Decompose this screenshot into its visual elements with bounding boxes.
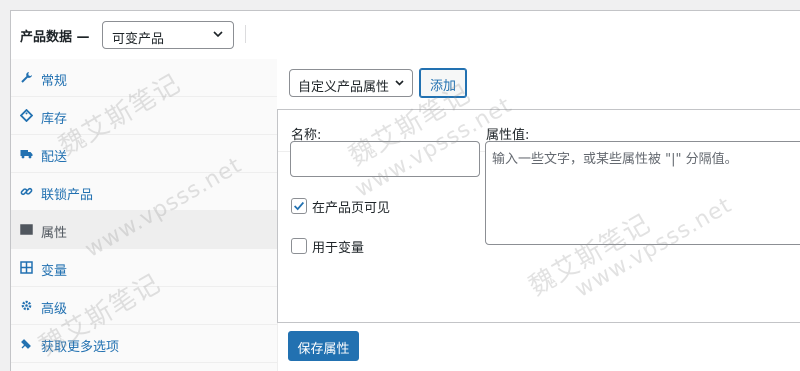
tab-label: 常规 xyxy=(41,74,68,89)
add-attribute-label: 添加 xyxy=(429,79,456,94)
chevron-down-icon xyxy=(395,80,404,86)
product-data-title: 产品数据 — xyxy=(20,30,90,45)
attributes-toolbar: 自定义产品属性 添加 xyxy=(277,59,800,110)
chevron-down-icon xyxy=(213,31,223,38)
tab-shipping[interactable]: 配送 xyxy=(11,135,277,173)
product-data-tabs: 常规 库存 配送 联锁产品 属性 变量 高级 获取更多选项 xyxy=(11,59,278,371)
product-type-select[interactable]: 可变产品 xyxy=(102,21,234,49)
tab-label: 联锁产品 xyxy=(41,188,94,203)
used-for-variations-label: 用于变量 xyxy=(312,241,365,256)
plugin-icon xyxy=(20,337,33,350)
tab-inventory[interactable]: 库存 xyxy=(11,97,277,135)
header-divider xyxy=(245,25,246,43)
save-attributes-label: 保存属性 xyxy=(297,342,350,357)
tab-label: 属性 xyxy=(41,226,68,241)
product-data-header: 产品数据 — 可变产品 xyxy=(11,11,800,60)
link-icon xyxy=(20,185,33,198)
attribute-editor: 名称: 属性值: 输入一些文字，或某些属性被 "|" 分隔值。 在产品页可见 用… xyxy=(277,109,800,323)
add-attribute-button[interactable]: 添加 xyxy=(419,68,467,98)
visible-on-product-page-label: 在产品页可见 xyxy=(312,201,391,216)
attribute-taxonomy-select[interactable]: 自定义产品属性 xyxy=(289,69,413,97)
gear-icon xyxy=(20,299,33,312)
tab-attributes[interactable]: 属性 xyxy=(11,211,277,249)
grid-icon xyxy=(20,261,33,274)
tab-label: 高级 xyxy=(41,302,68,317)
wrench-icon xyxy=(20,71,33,84)
tab-get-more-options[interactable]: 获取更多选项 xyxy=(11,325,277,363)
tab-label: 库存 xyxy=(41,112,68,127)
product-data-panel: 产品数据 — 可变产品 常规 库存 配送 联锁产品 属性 变量 高级 获取更多选… xyxy=(10,10,800,371)
save-attributes-button[interactable]: 保存属性 xyxy=(288,331,359,361)
used-for-variations-checkbox[interactable] xyxy=(291,238,307,254)
tab-linked-products[interactable]: 联锁产品 xyxy=(11,173,277,211)
tab-label: 获取更多选项 xyxy=(41,340,120,355)
tab-variations[interactable]: 变量 xyxy=(11,249,277,287)
tab-label: 配送 xyxy=(41,150,68,165)
attribute-select-value: 自定义产品属性 xyxy=(298,80,390,95)
product-type-value: 可变产品 xyxy=(112,32,165,47)
tab-general[interactable]: 常规 xyxy=(11,59,277,97)
tab-advanced[interactable]: 高级 xyxy=(11,287,277,325)
attribute-name-input[interactable] xyxy=(290,141,480,177)
visible-on-product-page-checkbox[interactable] xyxy=(291,198,307,214)
list-icon xyxy=(20,223,33,236)
attribute-values-textarea[interactable]: 输入一些文字，或某些属性被 "|" 分隔值。 xyxy=(485,141,800,245)
checkmark-icon xyxy=(294,201,305,211)
tab-label: 变量 xyxy=(41,264,68,279)
truck-icon xyxy=(20,147,33,160)
attribute-values-placeholder: 输入一些文字，或某些属性被 "|" 分隔值。 xyxy=(492,152,738,167)
attributes-panel: 自定义产品属性 添加 名称: 属性值: 输入一些文字，或某些属性被 "|" 分隔… xyxy=(277,59,800,371)
tag-icon xyxy=(19,108,34,123)
